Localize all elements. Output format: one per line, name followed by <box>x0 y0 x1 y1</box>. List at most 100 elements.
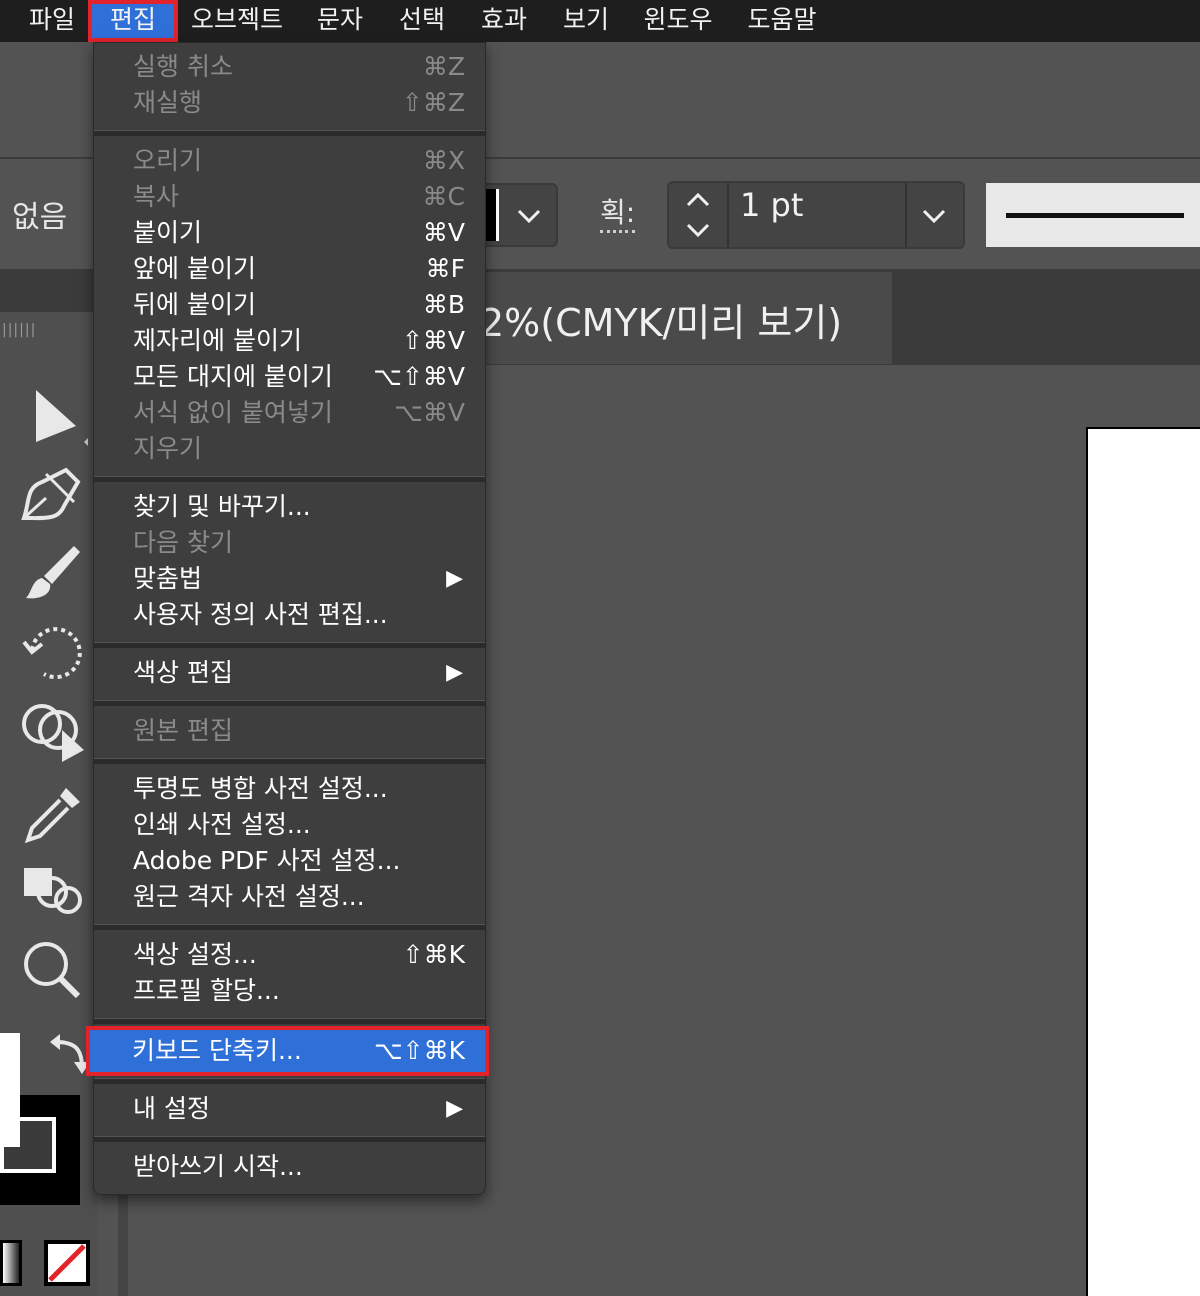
stroke-style-preview[interactable] <box>986 183 1200 247</box>
swap-colors-icon[interactable] <box>46 1032 90 1076</box>
menu-bar: 파일 편집 오브젝트 문자 선택 효과 보기 윈도우 도움말 <box>0 0 1200 42</box>
menu-view[interactable]: 보기 <box>556 0 616 42</box>
shortcut-text: ⌘V <box>422 218 465 247</box>
chevron-down-icon[interactable] <box>683 217 713 247</box>
menu-item-pdf-presets[interactable]: Adobe PDF 사전 설정... <box>94 843 485 879</box>
menu-item-copy[interactable]: 복사 ⌘C <box>94 179 485 215</box>
menu-separator <box>94 1018 485 1024</box>
rotate-tool-icon[interactable] <box>18 620 88 690</box>
menu-item-spelling[interactable]: 맞춤법 ▶ <box>94 561 485 597</box>
menu-item-label: 재실행 <box>133 88 203 117</box>
menu-separator <box>94 1078 485 1084</box>
menu-item-label: 색상 설정... <box>133 940 257 969</box>
fill-color-swatch[interactable] <box>0 1033 20 1147</box>
menu-item-print-presets[interactable]: 인쇄 사전 설정... <box>94 807 485 843</box>
live-paint-tool-icon[interactable] <box>18 858 88 928</box>
shortcut-text: ⇧⌘K <box>402 940 465 969</box>
submenu-arrow-icon: ▶ <box>446 566 463 591</box>
menu-item-assign-profile[interactable]: 프로필 할당... <box>94 973 485 1009</box>
menu-separator <box>94 758 485 764</box>
toolbox-grip[interactable]: |||||| <box>2 322 36 338</box>
shortcut-text: ⌥⌘V <box>394 398 465 427</box>
menu-item-label: 뒤에 붙이기 <box>133 290 256 319</box>
menu-type[interactable]: 문자 <box>310 0 370 42</box>
menu-item-cut[interactable]: 오리기 ⌘X <box>94 143 485 179</box>
stroke-line <box>1006 213 1184 218</box>
selection-tool-icon[interactable] <box>18 380 88 450</box>
stroke-label[interactable]: 획: <box>600 196 636 233</box>
shortcut-text: ⌘F <box>425 254 465 283</box>
menu-item-label: 원본 편집 <box>133 716 233 745</box>
shortcut-text: ⇧⌘V <box>401 326 465 355</box>
menu-item-label: 모든 대지에 붙이기 <box>133 362 333 391</box>
edit-menu: 실행 취소 ⌘Z 재실행 ⇧⌘Z 오리기 ⌘X 복사 ⌘C 붙이기 ⌘V 앞에 붙이기 ⌘F… <box>93 42 486 1195</box>
menu-item-clear[interactable]: 지우기 <box>94 431 485 467</box>
menu-item-edit-original[interactable]: 원본 편집 <box>94 713 485 749</box>
paintbrush-tool-icon[interactable] <box>18 540 88 610</box>
menu-help[interactable]: 도움말 <box>740 0 824 42</box>
menu-item-label: 앞에 붙이기 <box>133 254 256 283</box>
submenu-arrow-icon: ▶ <box>446 1096 463 1121</box>
menu-window[interactable]: 윈도우 <box>638 0 718 42</box>
menu-item-label: 프로필 할당... <box>133 976 280 1005</box>
menu-separator <box>94 130 485 136</box>
shortcut-text: ⌘C <box>422 182 465 211</box>
chevron-down-icon[interactable] <box>919 201 949 231</box>
menu-item-label: 제자리에 붙이기 <box>133 326 302 355</box>
menu-effect[interactable]: 효과 <box>474 0 534 42</box>
menu-item-label: 원근 격자 사전 설정... <box>133 882 365 911</box>
menu-item-paste-without-formatting[interactable]: 서식 없이 붙여넣기 ⌥⌘V <box>94 395 485 431</box>
menu-item-paste-all-artboards[interactable]: 모든 대지에 붙이기 ⌥⇧⌘V <box>94 359 485 395</box>
menu-item-label: 실행 취소 <box>133 52 233 81</box>
pen-tool-icon[interactable] <box>16 460 86 530</box>
menu-item-find-replace[interactable]: 찾기 및 바꾸기... <box>94 489 485 525</box>
menu-edit[interactable]: 편집 <box>88 0 178 42</box>
menu-item-edit-colors[interactable]: 색상 편집 ▶ <box>94 655 485 691</box>
menu-item-undo[interactable]: 실행 취소 ⌘Z <box>94 49 485 85</box>
artboard[interactable] <box>1086 427 1200 1296</box>
menu-item-label: 다음 찾기 <box>133 528 233 557</box>
menu-object[interactable]: 오브젝트 <box>188 0 286 42</box>
divider <box>727 183 729 247</box>
menu-item-label: 붙이기 <box>133 218 203 247</box>
menu-item-color-settings[interactable]: 색상 설정... ⇧⌘K <box>94 937 485 973</box>
menu-separator <box>94 1136 485 1142</box>
menu-item-edit-dictionary[interactable]: 사용자 정의 사전 편집... <box>94 597 485 633</box>
menu-item-label: 색상 편집 <box>133 658 233 687</box>
menu-item-label: 내 설정 <box>133 1094 210 1123</box>
eyedropper-tool-icon[interactable] <box>18 780 88 850</box>
menu-item-label: Adobe PDF 사전 설정... <box>133 846 401 875</box>
menu-item-perspective-grid-presets[interactable]: 원근 격자 사전 설정... <box>94 879 485 915</box>
none-swatch-icon[interactable] <box>44 1240 90 1286</box>
menu-select[interactable]: 선택 <box>392 0 452 42</box>
menu-item-label: 서식 없이 붙여넣기 <box>133 398 333 427</box>
menu-item-find-next[interactable]: 다음 찾기 <box>94 525 485 561</box>
shortcut-text: ⌥⇧⌘K <box>373 1036 465 1065</box>
menu-separator <box>94 642 485 648</box>
shortcut-text: ⇧⌘Z <box>401 88 465 117</box>
shape-builder-tool-icon[interactable] <box>18 700 88 770</box>
menu-item-paste-in-front[interactable]: 앞에 붙이기 ⌘F <box>94 251 485 287</box>
menu-item-label: 인쇄 사전 설정... <box>133 810 311 839</box>
menu-item-start-dictation[interactable]: 받아쓰기 시작... <box>94 1149 485 1185</box>
menu-item-label: 지우기 <box>133 434 203 463</box>
menu-item-redo[interactable]: 재실행 ⇧⌘Z <box>94 85 485 121</box>
menu-file[interactable]: 파일 <box>26 0 78 42</box>
fill-none-label: 없음 <box>12 200 68 235</box>
zoom-tool-icon[interactable] <box>18 936 88 1006</box>
gradient-swatch[interactable] <box>0 1240 22 1286</box>
menu-item-paste-in-back[interactable]: 뒤에 붙이기 ⌘B <box>94 287 485 323</box>
stroke-weight-field[interactable] <box>667 181 965 249</box>
menu-item-paste[interactable]: 붙이기 ⌘V <box>94 215 485 251</box>
chevron-up-icon[interactable] <box>683 185 713 215</box>
chevron-down-icon <box>517 209 541 224</box>
menu-item-my-settings[interactable]: 내 설정 ▶ <box>94 1091 485 1127</box>
shortcut-text: ⌘B <box>422 290 465 319</box>
menu-item-label: 받아쓰기 시작... <box>133 1152 303 1181</box>
menu-item-paste-in-place[interactable]: 제자리에 붙이기 ⇧⌘V <box>94 323 485 359</box>
menu-item-keyboard-shortcuts[interactable]: 키보드 단축키... ⌥⇧⌘K <box>86 1026 489 1076</box>
submenu-arrow-icon: ▶ <box>446 660 463 685</box>
menu-item-transparency-presets[interactable]: 투명도 병합 사전 설정... <box>94 771 485 807</box>
menu-separator <box>94 924 485 930</box>
stroke-weight-value[interactable]: 1 pt <box>740 186 803 224</box>
